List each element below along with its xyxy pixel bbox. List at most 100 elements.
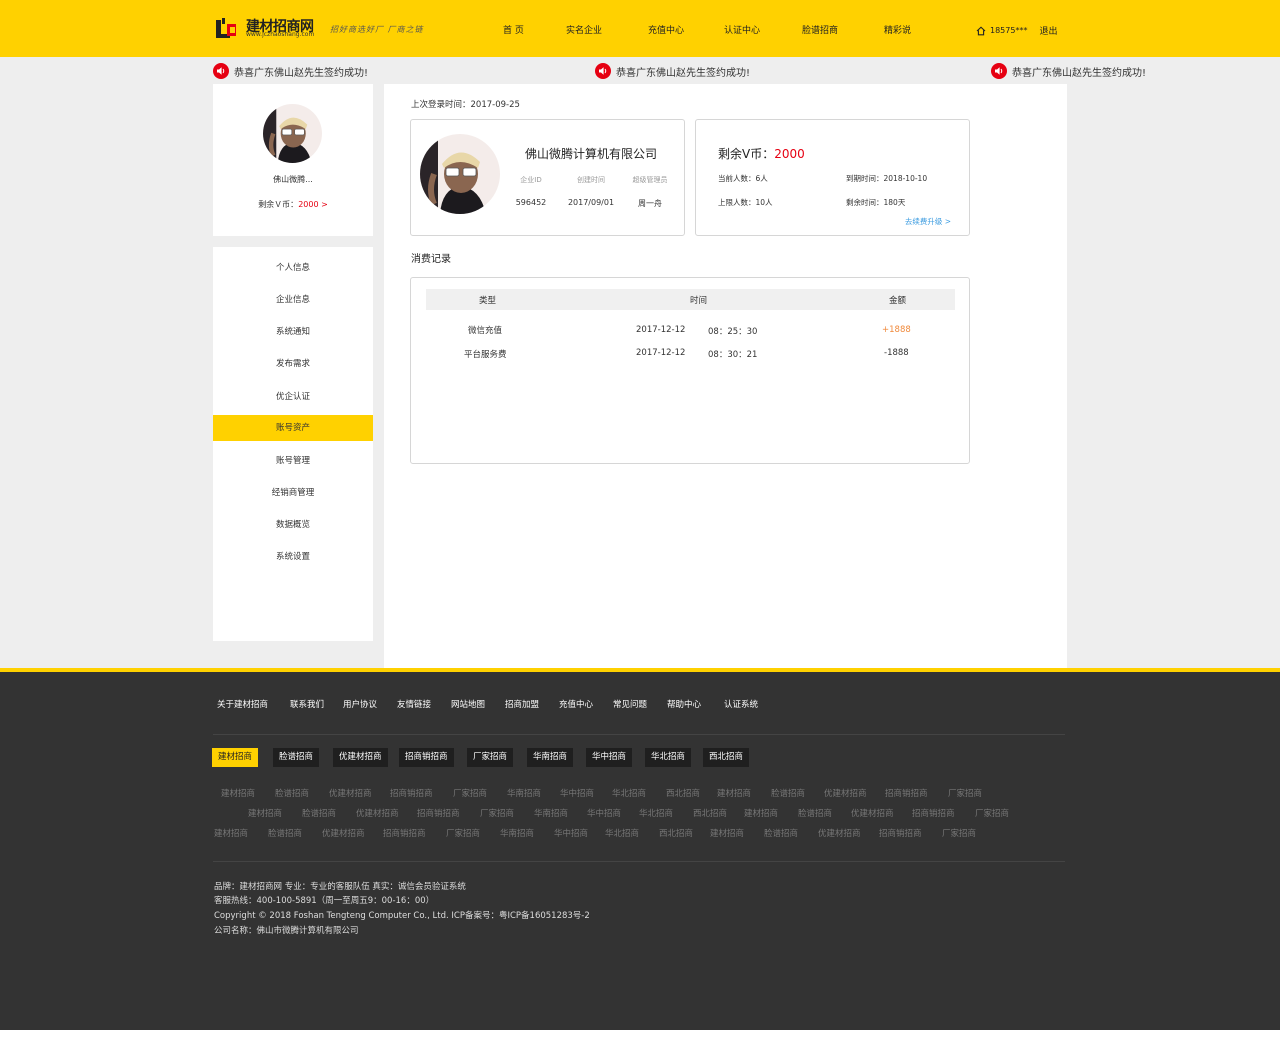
menu-item-notifications[interactable]: 系统通知	[213, 319, 373, 345]
menu-item-data-overview[interactable]: 数据概览	[213, 512, 373, 538]
keyword-link[interactable]: 建材招商	[744, 807, 778, 819]
tag-premium-materials[interactable]: 优建材招商	[333, 748, 388, 767]
home-icon[interactable]	[976, 25, 986, 36]
tag-south-china[interactable]: 华南招商	[527, 748, 574, 767]
keyword-link[interactable]: 优建材招商	[851, 807, 894, 819]
footer-link-about[interactable]: 关于建材招商	[217, 698, 268, 710]
user-phone[interactable]: 18575***	[990, 26, 1027, 35]
nav-certification[interactable]: 认证中心	[724, 23, 760, 36]
upgrade-link[interactable]: 去续费升级 >	[905, 216, 951, 227]
footer-link-help[interactable]: 帮助中心	[667, 698, 701, 710]
keyword-link[interactable]: 脸谱招商	[302, 807, 336, 819]
menu-item-personal-info[interactable]: 个人信息	[213, 255, 373, 281]
keyword-link[interactable]: 华中招商	[560, 787, 594, 799]
tag-building-materials[interactable]: 建材招商	[212, 748, 259, 767]
keyword-link[interactable]: 招商销招商	[912, 807, 955, 819]
keyword-link[interactable]: 厂家招商	[453, 787, 487, 799]
keyword-link[interactable]: 优建材招商	[356, 807, 399, 819]
keyword-link[interactable]: 优建材招商	[329, 787, 372, 799]
admin-label: 超级管理员	[632, 176, 668, 184]
company-card: 佛山微腾计算机有限公司 企业ID 596452 创建时间 2017/09/01 …	[410, 119, 685, 236]
row-date: 2017-12-12	[636, 325, 686, 335]
footer-link-certification[interactable]: 认证系统	[724, 698, 758, 710]
keyword-link[interactable]: 华北招商	[612, 787, 646, 799]
keyword-link[interactable]: 建材招商	[710, 827, 744, 839]
menu-item-system-settings[interactable]: 系统设置	[213, 544, 373, 570]
keyword-link[interactable]: 华南招商	[500, 827, 534, 839]
keyword-link[interactable]: 西北招商	[659, 827, 693, 839]
expire-date: 到期时间：2018-10-10	[846, 174, 928, 183]
keyword-link[interactable]: 建材招商	[717, 787, 751, 799]
keyword-link[interactable]: 招商销招商	[879, 827, 922, 839]
menu-item-dealer-management[interactable]: 经销商管理	[213, 480, 373, 506]
menu-item-account-assets[interactable]: 账号资产	[213, 415, 373, 441]
tag-dealer-recruit[interactable]: 招商销招商	[399, 748, 454, 767]
footer-company-name: 公司名称：佛山市微腾计算机有限公司	[214, 926, 359, 936]
keyword-link[interactable]: 厂家招商	[942, 827, 976, 839]
keyword-link[interactable]: 脸谱招商	[798, 807, 832, 819]
nav-home[interactable]: 首 页	[503, 23, 524, 36]
avatar[interactable]	[263, 104, 322, 163]
keyword-link[interactable]: 招商销招商	[885, 787, 928, 799]
keyword-link[interactable]: 建材招商	[221, 787, 255, 799]
menu-item-post-demand[interactable]: 发布需求	[213, 351, 373, 377]
footer-hotline: 客服热线：400-100-5891（周一至周五9：00-16：00）	[214, 896, 435, 906]
keyword-link[interactable]: 脸谱招商	[764, 827, 798, 839]
footer-link-faq[interactable]: 常见问题	[613, 698, 647, 710]
tag-face-recruit[interactable]: 脸谱招商	[273, 748, 320, 767]
keyword-link[interactable]: 招商销招商	[417, 807, 460, 819]
keyword-link[interactable]: 华南招商	[534, 807, 568, 819]
keyword-link[interactable]: 西北招商	[666, 787, 700, 799]
footer-link-recharge[interactable]: 充值中心	[559, 698, 593, 710]
footer-link-sitemap[interactable]: 网站地图	[451, 698, 485, 710]
keyword-link[interactable]: 优建材招商	[322, 827, 365, 839]
header-amount: 金额	[889, 296, 907, 306]
footer-link-friends[interactable]: 友情链接	[397, 698, 431, 710]
nav-face-recruit[interactable]: 脸谱招商	[802, 23, 838, 36]
speaker-icon	[213, 63, 229, 79]
keyword-link[interactable]: 建材招商	[248, 807, 282, 819]
keyword-link[interactable]: 华北招商	[605, 827, 639, 839]
keyword-link[interactable]: 西北招商	[693, 807, 727, 819]
menu-item-company-info[interactable]: 企业信息	[213, 287, 373, 313]
keyword-link[interactable]: 华中招商	[587, 807, 621, 819]
footer-link-agreement[interactable]: 用户协议	[343, 698, 377, 710]
coins-link[interactable]: 2000 >	[298, 200, 328, 209]
company-name: 佛山微腾计算机有限公司	[524, 147, 657, 161]
profile-name: 佛山微腾...	[273, 175, 313, 184]
keyword-link[interactable]: 厂家招商	[480, 807, 514, 819]
main-panel: 上次登录时间：2017-09-25 佛山微腾计算机有限公司 企业ID 59645…	[384, 84, 1067, 668]
keyword-link[interactable]: 脸谱招商	[275, 787, 309, 799]
keyword-link[interactable]: 脸谱招商	[771, 787, 805, 799]
ticker-item: 恭喜广东佛山赵先生签约成功!	[991, 63, 1146, 79]
keyword-link[interactable]: 建材招商	[214, 827, 248, 839]
tag-central-china[interactable]: 华中招商	[586, 748, 633, 767]
tag-northwest[interactable]: 西北招商	[703, 748, 750, 767]
nav-recharge[interactable]: 充值中心	[648, 23, 684, 36]
keyword-link[interactable]: 脸谱招商	[268, 827, 302, 839]
keyword-link[interactable]: 优建材招商	[818, 827, 861, 839]
keyword-link[interactable]: 华北招商	[639, 807, 673, 819]
menu-item-certification[interactable]: 优企认证	[213, 384, 373, 410]
nav-highlights[interactable]: 精彩说	[884, 23, 911, 36]
tag-factory-recruit[interactable]: 厂家招商	[467, 748, 514, 767]
keyword-link[interactable]: 优建材招商	[824, 787, 867, 799]
nav-verified-companies[interactable]: 实名企业	[566, 23, 602, 36]
keyword-link[interactable]: 招商销招商	[383, 827, 426, 839]
keyword-link[interactable]: 华南招商	[507, 787, 541, 799]
row-date: 2017-12-12	[636, 348, 686, 358]
company-id-col: 企业ID 596452	[501, 175, 561, 207]
keyword-link[interactable]: 华中招商	[554, 827, 588, 839]
footer-link-franchise[interactable]: 招商加盟	[505, 698, 539, 710]
admin-value: 周一舟	[638, 199, 662, 208]
keyword-link[interactable]: 招商销招商	[390, 787, 433, 799]
keyword-link[interactable]: 厂家招商	[975, 807, 1009, 819]
menu-item-account-management[interactable]: 账号管理	[213, 448, 373, 474]
keyword-link[interactable]: 厂家招商	[446, 827, 480, 839]
created-date-col: 创建时间 2017/09/01	[561, 175, 621, 207]
created-date-value: 2017/09/01	[567, 198, 615, 207]
logout-link[interactable]: 退出	[1039, 24, 1057, 37]
footer-link-contact[interactable]: 联系我们	[290, 698, 324, 710]
keyword-link[interactable]: 厂家招商	[948, 787, 982, 799]
tag-north-china[interactable]: 华北招商	[645, 748, 692, 767]
